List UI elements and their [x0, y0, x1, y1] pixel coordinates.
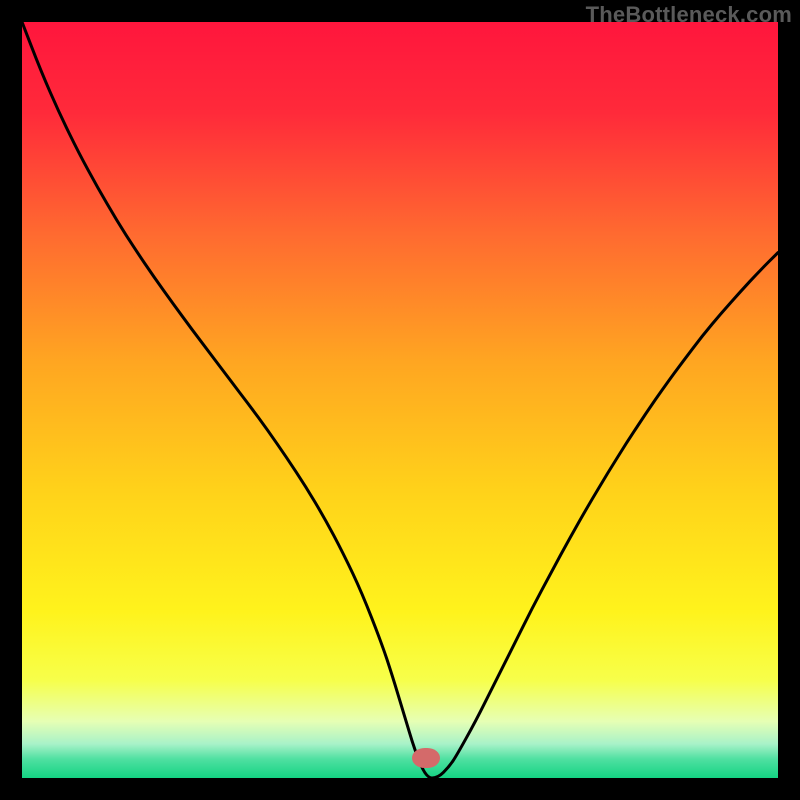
watermark-text: TheBottleneck.com	[586, 2, 792, 28]
bottleneck-curve	[22, 22, 778, 778]
chart-plot-area	[22, 22, 778, 778]
optimal-point-marker	[412, 748, 440, 768]
